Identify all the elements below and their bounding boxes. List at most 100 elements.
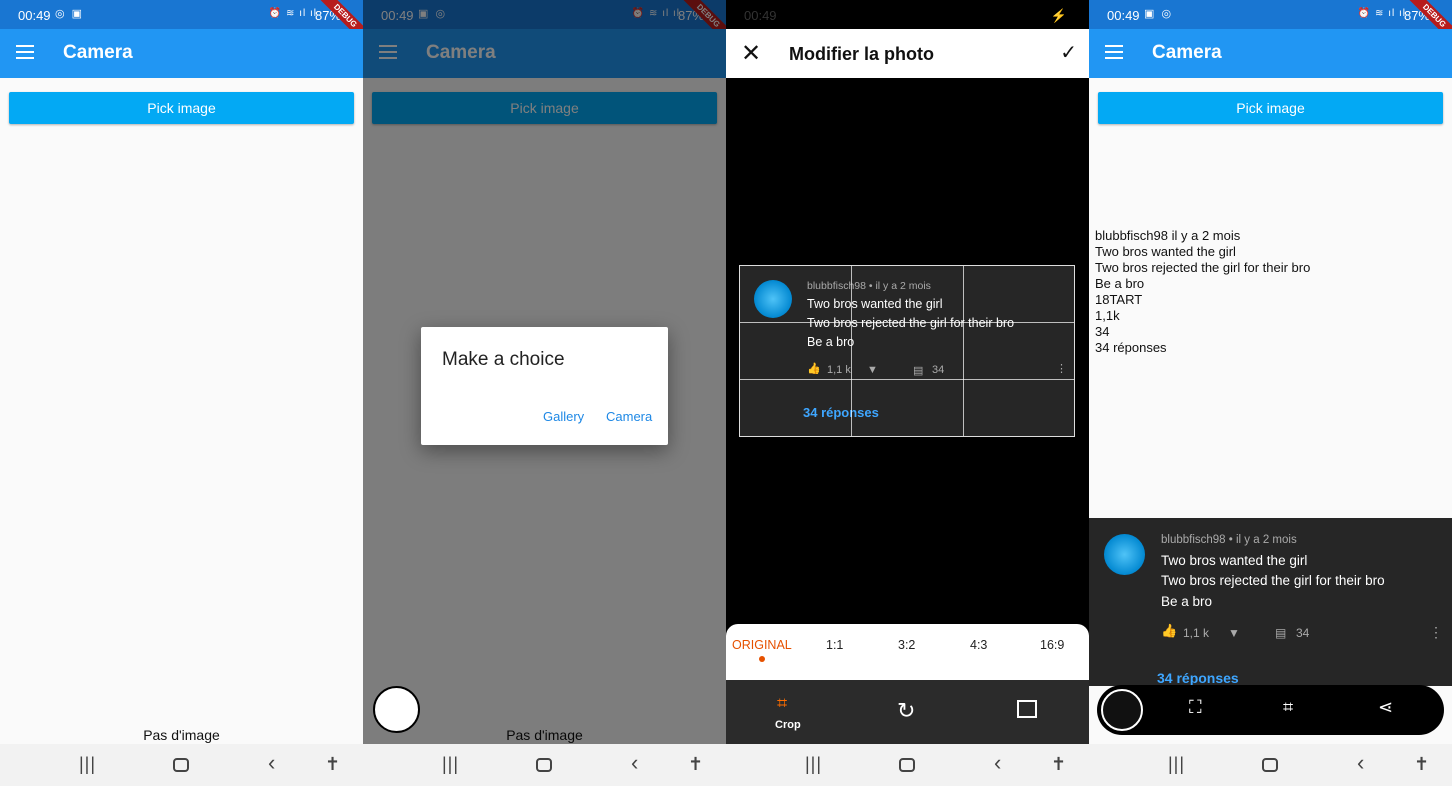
comment-meta: blubbfisch98 • il y a 2 mois <box>807 280 931 292</box>
home-icon[interactable] <box>899 758 915 772</box>
system-nav-bar: ||| ‹ ✝ <box>726 744 1089 786</box>
back-icon[interactable]: ‹ <box>994 750 1001 776</box>
share-icon[interactable]: ⋖ <box>1378 697 1393 718</box>
ratio-16-9[interactable]: 16:9 <box>1040 638 1064 652</box>
ocr-line: 1,1k <box>1095 308 1120 323</box>
charging-icon: ⚡ <box>1050 8 1067 23</box>
notification-icons: ◎ ▣ <box>55 8 85 20</box>
home-icon[interactable] <box>536 758 552 772</box>
gallery-button[interactable]: Gallery <box>543 409 584 424</box>
accessibility-icon[interactable]: ✝ <box>1414 754 1429 775</box>
comment-line-1: Two bros wanted the girl <box>807 297 943 311</box>
crop-frame[interactable]: blubbfisch98 • il y a 2 mois Two bros wa… <box>739 265 1075 437</box>
status-bar: 00:49 ⚡ <box>726 0 1089 29</box>
app-bar: Camera <box>0 29 363 78</box>
ocr-line: Two bros rejected the girl for their bro <box>1095 260 1311 275</box>
comment-icon: ▤ <box>1275 626 1287 640</box>
reply-count: 34 <box>932 364 945 376</box>
camera-button[interactable]: Camera <box>606 409 652 424</box>
assistive-touch-button[interactable] <box>373 686 420 733</box>
like-icon: 👍 <box>1161 623 1178 638</box>
ocr-line: blubbfisch98 il y a 2 mois <box>1095 228 1241 243</box>
close-icon[interactable]: ✕ <box>741 39 761 68</box>
status-time: 00:49 <box>18 8 51 23</box>
pick-image-button[interactable]: Pick image <box>1098 92 1443 124</box>
crop-icon[interactable]: ⌗ <box>777 693 787 714</box>
ratio-3-2[interactable]: 3:2 <box>898 638 915 652</box>
rotate-icon[interactable]: ↻ <box>897 698 915 724</box>
aspect-ratio-bar: ORIGINAL 1:1 3:2 4:3 16:9 <box>726 624 1089 680</box>
ocr-line: 34 <box>1095 324 1110 339</box>
grid-line <box>740 322 1074 323</box>
screen-home: 00:49 ◎ ▣ ⏰ ≋ ıl ıl 87% DEBUG Camera Pic… <box>0 0 363 786</box>
screen-photo-editor: 00:49 ⚡ ✕ Modifier la photo ✓ blubbfisch… <box>726 0 1089 786</box>
accessibility-icon[interactable]: ✝ <box>1051 754 1066 775</box>
avatar <box>1104 534 1145 575</box>
grid-line <box>851 266 852 436</box>
screenshot-toolbar: ⛶ ⌗ ⋖ <box>1097 685 1444 735</box>
recent-apps-icon[interactable]: ||| <box>1168 754 1185 775</box>
pick-image-button[interactable]: Pick image <box>9 92 354 124</box>
back-icon[interactable]: ‹ <box>268 750 275 776</box>
comment-line-3: Be a bro <box>1161 594 1213 609</box>
scan-icon[interactable]: ⛶ <box>1189 697 1202 718</box>
dislike-icon: ▼ <box>1228 626 1240 640</box>
recent-apps-icon[interactable]: ||| <box>442 754 459 775</box>
app-bar: Camera <box>1089 29 1452 78</box>
status-bar: 00:49 ◎ ▣ ⏰ ≋ ıl ıl 87% DEBUG <box>0 0 363 49</box>
menu-icon[interactable] <box>16 45 34 59</box>
like-count: 1,1 k <box>1183 626 1210 640</box>
signal-icons: ⏰ ≋ ıl ıl <box>1357 8 1406 19</box>
ocr-line: Two bros wanted the girl <box>1095 244 1236 259</box>
ocr-line: 18TART <box>1095 292 1143 307</box>
app-title: Camera <box>63 42 133 63</box>
status-time: 00:49 <box>1107 8 1140 23</box>
back-icon[interactable]: ‹ <box>631 750 638 776</box>
ocr-line: 34 réponses <box>1095 340 1167 355</box>
more-icon: ⋮ <box>1056 363 1067 375</box>
fit-icon[interactable] <box>1017 700 1037 718</box>
empty-label: Pas d'image <box>143 727 220 743</box>
accessibility-icon[interactable]: ✝ <box>325 754 340 775</box>
signal-icons: ⏰ ≋ ıl ıl <box>268 8 317 19</box>
status-time: 00:49 <box>744 8 777 23</box>
editor-title: Modifier la photo <box>789 44 934 64</box>
ratio-original[interactable]: ORIGINAL <box>732 638 792 652</box>
ratio-1-1[interactable]: 1:1 <box>826 638 843 652</box>
recent-apps-icon[interactable]: ||| <box>805 754 822 775</box>
avatar <box>754 280 792 318</box>
ocr-line: Be a bro <box>1095 276 1145 291</box>
comment-meta: blubbfisch98 • il y a 2 mois <box>1161 534 1297 546</box>
menu-icon[interactable] <box>1105 45 1123 59</box>
back-icon[interactable]: ‹ <box>1357 750 1364 776</box>
app-title: Camera <box>1152 42 1222 63</box>
recent-apps-icon[interactable]: ||| <box>79 754 96 775</box>
check-icon[interactable]: ✓ <box>1060 40 1077 65</box>
like-count: 1,1 k <box>827 364 851 376</box>
more-icon: ⋮ <box>1429 624 1443 640</box>
grid-line <box>963 266 964 436</box>
reply-count: 34 <box>1296 626 1310 640</box>
status-bar: 00:49 ▣ ◎ ⏰ ≋ ıl ıl 87% DEBUG <box>1089 0 1452 49</box>
home-icon[interactable] <box>173 758 189 772</box>
comment-line-3: Be a bro <box>807 335 855 349</box>
screen-choice-dialog: 00:49 ▣ ◎ ⏰ ≋ ıl ıl 87% DEBUG Camera Pic… <box>363 0 726 786</box>
replies-link: 34 réponses <box>1157 670 1239 686</box>
dialog-title: Make a choice <box>442 349 565 370</box>
editor-toolbar: ✕ Modifier la photo ✓ <box>726 29 1089 78</box>
system-nav-bar: ||| ‹ ✝ <box>363 744 726 786</box>
dislike-icon: ▼ <box>867 364 878 376</box>
system-nav-bar: ||| ‹ ✝ <box>0 744 363 786</box>
ratio-4-3[interactable]: 4:3 <box>970 638 987 652</box>
grid-line <box>740 379 1074 380</box>
accessibility-icon[interactable]: ✝ <box>688 754 703 775</box>
selected-indicator <box>759 656 765 662</box>
comment-line-2: Two bros rejected the girl for their bro <box>807 316 1015 330</box>
picked-image: blubbfisch98 • il y a 2 mois Two bros wa… <box>1089 518 1452 686</box>
screen-result: 00:49 ▣ ◎ ⏰ ≋ ıl ıl 87% DEBUG Camera Pic… <box>1089 0 1452 786</box>
system-nav-bar: ||| ‹ ✝ <box>1089 744 1452 786</box>
screenshot-thumbnail[interactable] <box>1101 689 1143 731</box>
home-icon[interactable] <box>1262 758 1278 772</box>
comment-line-1: Two bros wanted the girl <box>1161 553 1308 568</box>
edit-crop-icon[interactable]: ⌗ <box>1283 697 1293 718</box>
